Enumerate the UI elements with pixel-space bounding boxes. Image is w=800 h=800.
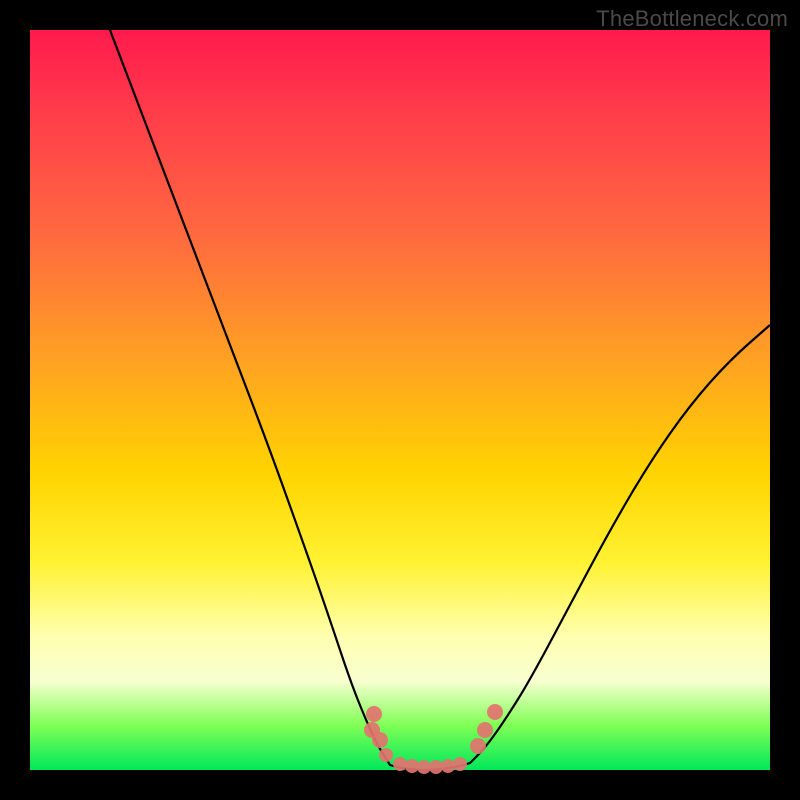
valley-dot <box>429 760 443 774</box>
valley-markers <box>364 704 503 774</box>
chart-frame: TheBottleneck.com <box>0 0 800 800</box>
valley-dot <box>393 757 407 771</box>
curve-svg <box>30 30 770 770</box>
watermark-text: TheBottleneck.com <box>596 6 788 32</box>
valley-dot <box>366 706 382 722</box>
valley-dot <box>487 704 503 720</box>
valley-dot <box>453 757 467 771</box>
valley-dot <box>405 759 419 773</box>
valley-dot <box>441 759 455 773</box>
valley-dot <box>470 738 486 754</box>
valley-dot <box>379 748 393 762</box>
plot-area <box>30 30 770 770</box>
valley-dot <box>477 722 493 738</box>
bottleneck-curve <box>110 30 770 770</box>
valley-dot <box>417 760 431 774</box>
valley-dot <box>372 732 388 748</box>
